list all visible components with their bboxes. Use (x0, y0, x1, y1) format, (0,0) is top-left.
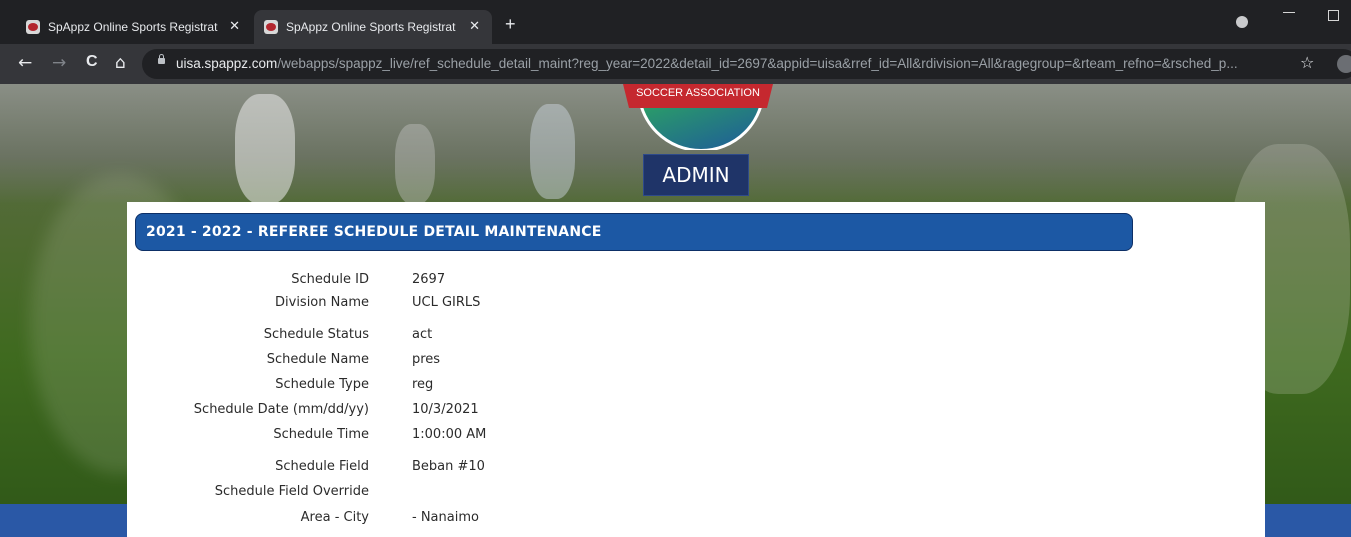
avatar[interactable] (1337, 55, 1351, 73)
forward-arrow-icon[interactable]: → (52, 53, 66, 73)
field-label: Schedule Status (263, 327, 369, 342)
home-icon[interactable]: ⌂ (115, 53, 126, 73)
background-player-shape (235, 94, 295, 204)
field-label: Schedule Name (266, 352, 369, 367)
field-row-schedule-name: Schedule Name pres (127, 352, 827, 372)
lock-icon (158, 54, 165, 64)
url-text: uisa.spappz.com/webapps/spappz_live/ref_… (176, 56, 1286, 71)
background-player-shape (395, 124, 435, 204)
back-arrow-icon[interactable]: ← (18, 53, 32, 73)
tab-title: SpAppz Online Sports Registratio (48, 20, 218, 34)
new-tab-button[interactable]: + (505, 14, 516, 35)
field-row-schedule-type: Schedule Type reg (127, 377, 827, 397)
field-row-division-name: Division Name UCL GIRLS (127, 295, 827, 315)
site-favicon-icon (264, 20, 278, 34)
field-value: act (412, 327, 433, 342)
field-label: Schedule Field (275, 459, 369, 474)
field-label: Schedule Time (273, 427, 369, 442)
minimize-window-button[interactable] (1283, 12, 1295, 13)
field-value: - Nanaimo (412, 510, 479, 525)
field-label: Division Name (275, 295, 369, 310)
field-row-schedule-time: Schedule Time 1:00:00 AM (127, 427, 827, 447)
field-row-area-city: Area - City - Nanaimo (127, 510, 827, 530)
maximize-window-button[interactable] (1328, 10, 1339, 21)
url-host: uisa.spappz.com (176, 56, 278, 71)
browser-tab-bar: SpAppz Online Sports Registratio ✕ SpApp… (0, 0, 1351, 44)
field-label: Schedule Field Override (214, 484, 369, 499)
field-value: 2697 (412, 272, 446, 287)
url-path: /webapps/spappz_live/ref_schedule_detail… (277, 56, 1238, 71)
field-value: 1:00:00 AM (412, 427, 487, 442)
panel-header: 2021 - 2022 - REFEREE SCHEDULE DETAIL MA… (135, 213, 1133, 251)
field-label: Schedule Date (mm/dd/yy) (193, 402, 369, 417)
field-label: Area - City (300, 510, 369, 525)
browser-toolbar: ← → C ⌂ uisa.spappz.com/webapps/spappz_l… (0, 44, 1351, 84)
background-player-shape (530, 104, 575, 199)
field-value: UCL GIRLS (412, 295, 481, 310)
field-row-schedule-field-override: Schedule Field Override (127, 484, 827, 504)
field-value: 10/3/2021 (412, 402, 479, 417)
browser-tab-2[interactable]: SpAppz Online Sports Registratio ✕ (254, 10, 492, 44)
field-row-schedule-field: Schedule Field Beban #10 (127, 459, 827, 479)
field-label: Schedule Type (275, 377, 369, 392)
profile-indicator-icon[interactable] (1236, 16, 1248, 28)
field-row-schedule-date: Schedule Date (mm/dd/yy) 10/3/2021 (127, 402, 827, 422)
logo-text: SOCCER ASSOCIATION (636, 87, 760, 99)
site-favicon-icon (26, 20, 40, 34)
tab-title: SpAppz Online Sports Registratio (286, 20, 456, 34)
address-bar[interactable]: uisa.spappz.com/webapps/spappz_live/ref_… (142, 49, 1351, 79)
page-viewport: SOCCER ASSOCIATION ADMIN 2021 - 2022 - R… (0, 84, 1351, 537)
field-value: pres (412, 352, 441, 367)
organization-logo: SOCCER ASSOCIATION (623, 84, 773, 150)
admin-button[interactable]: ADMIN (643, 154, 749, 196)
reload-icon[interactable]: C (86, 53, 98, 71)
browser-tab-1[interactable]: SpAppz Online Sports Registratio ✕ (16, 10, 252, 44)
field-label: Schedule ID (291, 272, 369, 287)
detail-panel: 2021 - 2022 - REFEREE SCHEDULE DETAIL MA… (127, 202, 1265, 537)
field-row-schedule-id: Schedule ID 2697 (127, 272, 827, 292)
close-icon[interactable]: ✕ (469, 18, 480, 34)
field-value: Beban #10 (412, 459, 485, 474)
close-icon[interactable]: ✕ (229, 18, 240, 34)
field-value: reg (412, 377, 434, 392)
bookmark-star-icon[interactable]: ☆ (1300, 53, 1314, 72)
page-title: 2021 - 2022 - REFEREE SCHEDULE DETAIL MA… (146, 224, 602, 240)
field-row-schedule-status: Schedule Status act (127, 327, 827, 347)
